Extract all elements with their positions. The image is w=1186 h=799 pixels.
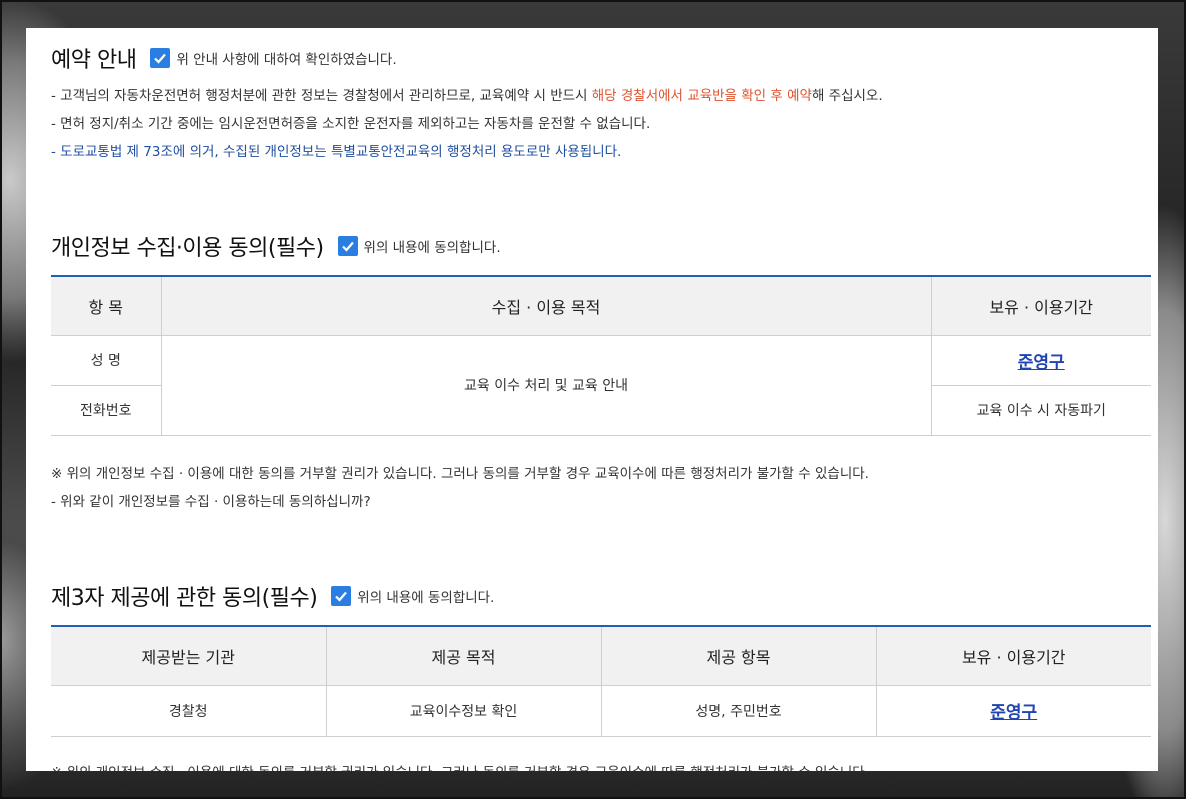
recipient-cell: 경찰청	[51, 685, 326, 737]
row-name: 성 명	[51, 335, 161, 386]
header-items: 제공 항목	[600, 626, 876, 686]
personal-agree-label: 위의 내용에 동의합니다.	[363, 240, 501, 256]
notice-line-1: - 고객님의 자동차운전면허 행정처분에 관한 정보는 경찰청에서 관리하므로,…	[51, 82, 883, 110]
notice-line-3: - 도로교통법 제 73조에 의거, 수집된 개인정보는 특별교통안전교육의 행…	[51, 144, 622, 160]
table-row: 경찰청 교육이수정보 확인 성명, 주민번호 준영구	[51, 685, 1151, 737]
checkmark-icon	[337, 236, 358, 256]
header-retention: 보유 · 이용기간	[930, 276, 1151, 336]
table-row: 성 명 교육 이수 처리 및 교육 안내 준영구	[51, 335, 1151, 436]
personal-table: 항 목 수집 · 이용 목적 보유 · 이용기간 성 명 교육 이수 처리 및 …	[51, 275, 1151, 436]
notice-1-post: 해 주십시오.	[811, 88, 883, 104]
third-party-note: ※ 위의 개인정보 수집 · 이용에 대한 동의를 거부할 권리가 있습니다. …	[51, 759, 869, 771]
personal-title: 개인정보 수집·이용 동의(필수)	[51, 236, 324, 261]
third-party-agree-checkbox[interactable]: 위의 내용에 동의합니다.	[331, 586, 494, 606]
personal-note-2: - 위와 같이 개인정보를 수집 · 이용하는데 동의하십니까?	[51, 494, 371, 510]
retention-cell: 준영구	[930, 335, 1151, 386]
reservation-notices: - 고객님의 자동차운전면허 행정처분에 관한 정보는 경찰청에서 관리하므로,…	[51, 82, 883, 166]
checkmark-icon	[331, 586, 352, 606]
personal-agree-checkbox[interactable]: 위의 내용에 동의합니다.	[337, 236, 501, 256]
purpose-cell: 교육 이수 처리 및 교육 안내	[160, 335, 931, 436]
retention-cell: 준영구	[875, 685, 1151, 737]
third-party-table: 제공받는 기관 제공 목적 제공 항목 보유 · 이용기간 경찰청 교육이수정보…	[51, 625, 1151, 737]
notice-1-text: - 고객님의 자동차운전면허 행정처분에 관한 정보는 경찰청에서 관리하므로,…	[51, 88, 592, 104]
header-item: 항 목	[51, 276, 161, 336]
notice-1-highlight: 해당 경찰서에서 교육반을 확인 후 예약	[591, 88, 812, 104]
header-purpose: 수집 · 이용 목적	[160, 276, 931, 336]
retention-auto-delete: 교육 이수 시 자동파기	[930, 385, 1151, 436]
header-purpose: 제공 목적	[325, 626, 601, 686]
checkmark-icon	[150, 48, 171, 68]
reservation-confirm-label: 위 안내 사항에 대하여 확인하였습니다.	[176, 52, 397, 68]
purpose-cell: 교육이수정보 확인	[325, 685, 601, 737]
reservation-confirm-checkbox[interactable]: 위 안내 사항에 대하여 확인하였습니다.	[150, 48, 397, 68]
reservation-title: 예약 안내	[51, 48, 137, 73]
third-party-agree-label: 위의 내용에 동의합니다.	[357, 590, 495, 606]
table-header-row: 항 목 수집 · 이용 목적 보유 · 이용기간	[51, 276, 1151, 336]
third-party-header: 제3자 제공에 관한 동의(필수) 위의 내용에 동의합니다.	[51, 580, 494, 612]
personal-notes: ※ 위의 개인정보 수집 · 이용에 대한 동의를 거부할 권리가 있습니다. …	[51, 460, 869, 516]
consent-panel: 예약 안내 위 안내 사항에 대하여 확인하였습니다. - 고객님의 자동차운전…	[26, 28, 1158, 771]
third-party-title: 제3자 제공에 관한 동의(필수)	[51, 586, 318, 611]
items-cell: 성명, 주민번호	[600, 685, 876, 737]
table-header-row: 제공받는 기관 제공 목적 제공 항목 보유 · 이용기간	[51, 626, 1151, 686]
retention-link[interactable]: 준영구	[990, 703, 1037, 723]
personal-header: 개인정보 수집·이용 동의(필수) 위의 내용에 동의합니다.	[51, 230, 501, 262]
header-retention: 보유 · 이용기간	[875, 626, 1151, 686]
notice-line-2: - 면허 정지/취소 기간 중에는 임시운전면허증을 소지한 운전자를 제외하고…	[51, 116, 651, 132]
personal-note-1: ※ 위의 개인정보 수집 · 이용에 대한 동의를 거부할 권리가 있습니다. …	[51, 466, 869, 482]
reservation-header: 예약 안내 위 안내 사항에 대하여 확인하였습니다.	[51, 42, 397, 74]
row-phone: 전화번호	[51, 385, 161, 436]
retention-link[interactable]: 준영구	[1018, 353, 1065, 373]
header-recipient: 제공받는 기관	[51, 626, 326, 686]
